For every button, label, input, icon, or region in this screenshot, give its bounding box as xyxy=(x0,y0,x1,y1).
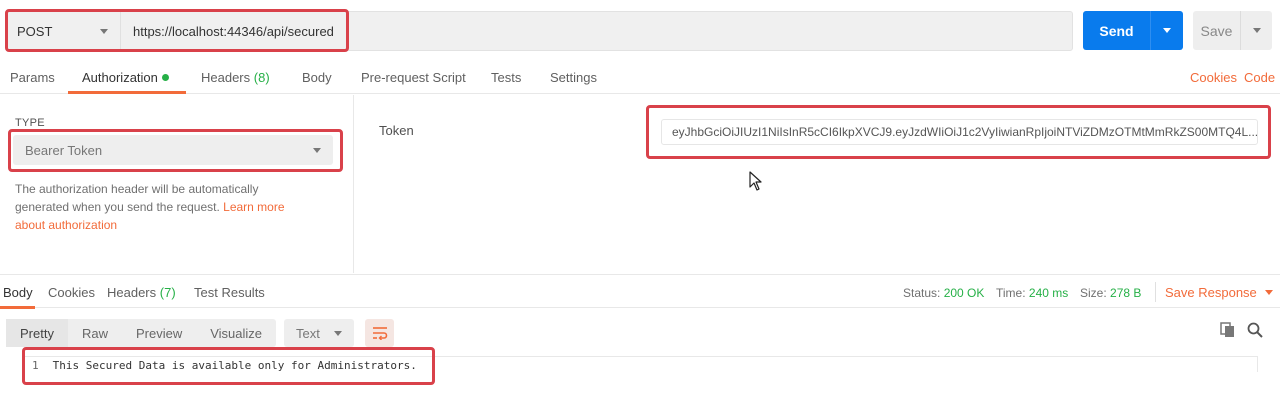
tab-params[interactable]: Params xyxy=(10,70,55,85)
auth-description: The authorization header will be automat… xyxy=(15,180,315,234)
tab-headers-count: (8) xyxy=(253,70,270,85)
save-button[interactable]: Save xyxy=(1193,11,1272,50)
auth-type-pane: TYPE Bearer Token The authorization head… xyxy=(0,95,354,273)
method-label: POST xyxy=(17,23,53,39)
send-label: Send xyxy=(1083,11,1151,50)
response-tab-cookies[interactable]: Cookies xyxy=(48,285,95,300)
size-label: Size: xyxy=(1080,286,1107,300)
auth-description-text: The authorization header will be automat… xyxy=(15,182,259,214)
time-info: Time: 240 ms xyxy=(996,286,1068,300)
type-label: TYPE xyxy=(15,117,45,129)
tab-settings[interactable]: Settings xyxy=(550,70,597,85)
size-info: Size: 278 B xyxy=(1080,286,1141,300)
request-tabs: Params Authorization Headers (8) Body Pr… xyxy=(0,62,1280,94)
status-value: 200 OK xyxy=(943,286,985,300)
auth-type-value: Bearer Token xyxy=(25,142,103,158)
view-preview-button[interactable]: Preview xyxy=(122,319,196,347)
auth-type-select[interactable]: Bearer Token xyxy=(13,135,333,165)
response-body-line: 1 This Secured Data is available only for… xyxy=(32,359,417,372)
save-options-dropdown[interactable] xyxy=(1241,11,1272,50)
view-visualize-button[interactable]: Visualize xyxy=(196,319,276,347)
response-tab-headers[interactable]: Headers (7) xyxy=(107,285,176,300)
format-select[interactable]: Text xyxy=(284,319,354,347)
tab-headers[interactable]: Headers (8) xyxy=(201,70,270,85)
response-tabs: Body Cookies Headers (7) Test Results St… xyxy=(0,274,1280,309)
url-input[interactable]: https://localhost:44346/api/secured xyxy=(121,24,334,39)
chevron-down-icon xyxy=(100,28,108,34)
size-value: 278 B xyxy=(1110,286,1142,300)
copy-icon[interactable] xyxy=(1220,322,1236,338)
time-label: Time: xyxy=(996,286,1026,300)
response-tab-headers-label: Headers xyxy=(107,285,157,300)
response-tab-body[interactable]: Body xyxy=(3,285,33,300)
tab-authorization[interactable]: Authorization xyxy=(82,70,169,85)
response-tab-test-results[interactable]: Test Results xyxy=(194,285,265,300)
chevron-down-icon xyxy=(1264,290,1273,295)
mouse-cursor-icon xyxy=(749,171,762,191)
status-label: Status: xyxy=(903,286,941,300)
tab-authorization-label: Authorization xyxy=(82,70,158,85)
format-value: Text xyxy=(296,325,320,341)
tab-headers-label: Headers xyxy=(201,70,251,85)
save-response-button[interactable]: Save Response xyxy=(1155,282,1273,302)
save-label: Save xyxy=(1193,11,1241,50)
view-raw-button[interactable]: Raw xyxy=(68,319,122,347)
save-response-label: Save Response xyxy=(1165,285,1257,300)
chevron-down-icon xyxy=(334,330,342,336)
time-value: 240 ms xyxy=(1028,286,1069,300)
tab-tests[interactable]: Tests xyxy=(491,70,521,85)
method-select[interactable]: POST xyxy=(7,12,121,50)
status-info: Status: 200 OK xyxy=(903,286,984,300)
chevron-down-icon xyxy=(1163,28,1171,33)
line-text: This Secured Data is available only for … xyxy=(52,359,417,372)
active-tab-indicator xyxy=(0,306,35,309)
send-options-dropdown[interactable] xyxy=(1151,11,1183,50)
token-input[interactable]: eyJhbGciOiJIUzI1NiIsInR5cCI6IkpXVCJ9.eyJ… xyxy=(661,119,1258,145)
response-headers-count: (7) xyxy=(159,285,176,300)
wrap-lines-icon xyxy=(372,327,387,340)
request-bar: POST https://localhost:44346/api/secured xyxy=(6,11,1073,51)
line-number: 1 xyxy=(32,359,39,372)
active-dot-icon xyxy=(161,74,169,81)
tab-body[interactable]: Body xyxy=(302,70,332,85)
search-icon[interactable] xyxy=(1247,322,1263,338)
cookies-link[interactable]: Cookies xyxy=(1190,70,1237,85)
chevron-down-icon xyxy=(1252,28,1261,33)
chevron-down-icon xyxy=(313,147,321,153)
wrap-lines-button[interactable] xyxy=(365,319,394,347)
active-tab-indicator xyxy=(68,91,186,94)
send-button[interactable]: Send xyxy=(1083,11,1183,50)
token-label: Token xyxy=(379,123,414,138)
code-link[interactable]: Code xyxy=(1244,70,1275,85)
view-pretty-button[interactable]: Pretty xyxy=(6,319,68,347)
tab-pre-request-script[interactable]: Pre-request Script xyxy=(361,70,466,85)
response-view-toggle: Pretty Raw Preview Visualize xyxy=(6,319,277,347)
